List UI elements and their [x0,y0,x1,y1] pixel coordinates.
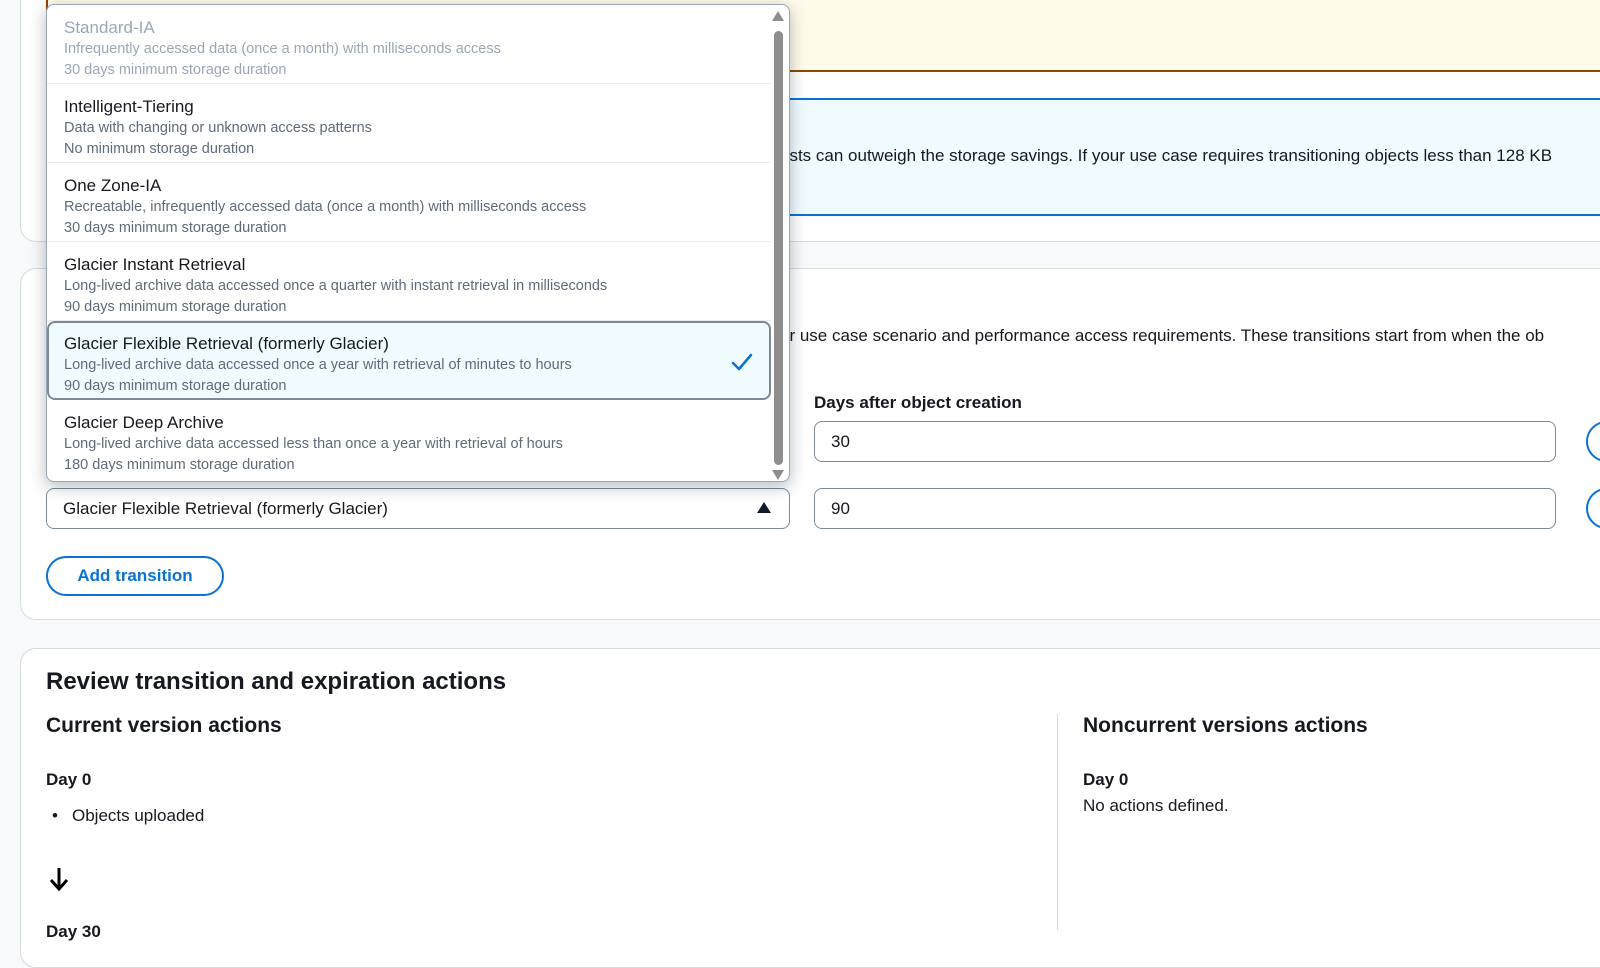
option-intelligent-tiering[interactable]: Intelligent-Tiering Data with changing o… [47,84,771,163]
option-glacier-flexible-retrieval[interactable]: Glacier Flexible Retrieval (formerly Gla… [47,321,771,400]
storage-class-select-row-2[interactable]: Glacier Flexible Retrieval (formerly Gla… [46,488,790,529]
caret-up-icon [757,502,771,513]
scroll-down-arrow-icon[interactable] [772,470,784,480]
storage-class-dropdown: Standard-IA Infrequently accessed data (… [46,4,790,482]
noncurrent-day-label: Day 0 [1083,770,1129,789]
info-banner-text: osts can outweigh the storage savings. I… [780,146,1553,165]
option-glacier-deep-archive[interactable]: Glacier Deep Archive Long-lived archive … [47,400,771,479]
option-one-zone-ia[interactable]: One Zone-IA Recreatable, infrequently ac… [47,163,771,242]
days-input-row-2[interactable] [814,488,1556,529]
checkmark-icon [731,353,753,371]
scroll-thumb[interactable] [774,31,783,465]
dropdown-scrollbar[interactable] [771,5,785,481]
current-day-label: Day 0 [46,770,92,789]
no-actions-text: No actions defined. [1083,796,1229,815]
option-glacier-instant-retrieval[interactable]: Glacier Instant Retrieval Long-lived arc… [47,242,771,321]
current-next-day-label: Day 30 [46,922,101,941]
arrow-down-icon [49,868,69,892]
scroll-up-arrow-icon[interactable] [772,11,784,21]
days-input-row-1[interactable] [814,421,1556,462]
review-card [20,648,1600,968]
list-item: Objects uploaded [52,806,204,826]
transitions-description: ur use case scenario and performance acc… [780,326,1545,345]
days-after-creation-label: Days after object creation [814,393,1022,412]
add-transition-button[interactable]: Add transition [46,556,224,596]
current-version-heading: Current version actions [46,714,282,737]
noncurrent-versions-heading: Noncurrent versions actions [1083,714,1368,737]
storage-class-select-value: Glacier Flexible Retrieval (formerly Gla… [63,498,388,518]
column-divider [1057,714,1058,930]
option-standard-ia[interactable]: Standard-IA Infrequently accessed data (… [47,5,771,84]
review-title: Review transition and expiration actions [46,668,507,695]
